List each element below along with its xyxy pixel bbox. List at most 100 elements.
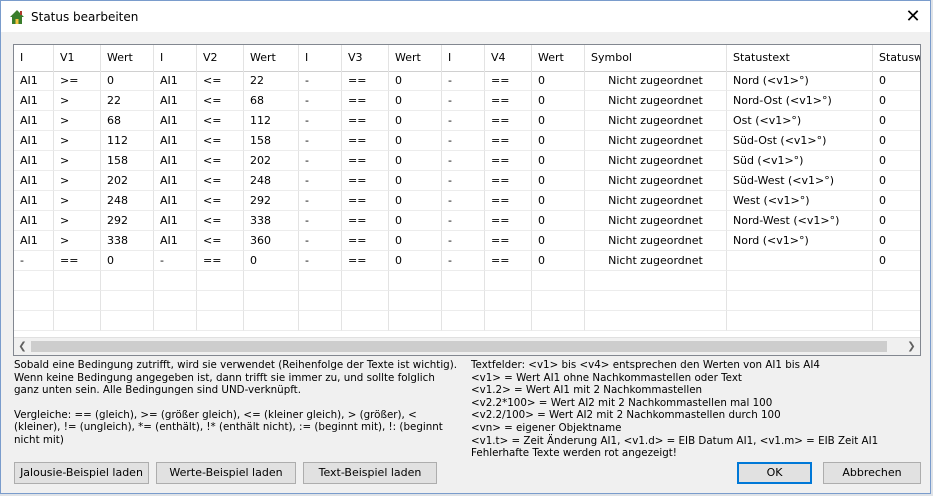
table-cell[interactable]	[873, 311, 920, 331]
table-cell[interactable]: 0	[389, 111, 442, 131]
table-cell[interactable]: 0	[873, 251, 920, 271]
table-cell[interactable]	[585, 291, 727, 311]
table-cell[interactable]: Nord-West (<v1>°)	[727, 211, 873, 231]
column-header[interactable]: I	[14, 45, 54, 71]
table-cell[interactable]: ==	[485, 211, 532, 231]
column-header[interactable]: I	[442, 45, 485, 71]
table-cell[interactable]: -	[299, 111, 342, 131]
table-row[interactable]: - == 0- == 0- == 0- == 0 Nicht zugeordnet 0	[14, 251, 920, 271]
table-cell[interactable]	[299, 271, 342, 291]
table-row[interactable]	[14, 271, 920, 291]
table-cell[interactable]: 0	[532, 191, 585, 211]
table-cell[interactable]	[442, 311, 485, 331]
table-cell[interactable]	[101, 271, 154, 291]
table-cell[interactable]: AI1	[154, 111, 197, 131]
table-cell[interactable]: 0	[101, 71, 154, 91]
table-row[interactable]: AI1 >292 AI1 <= 338- == 0- == 0 Nicht zugeordnet N…	[14, 211, 920, 231]
column-header[interactable]: V2	[197, 45, 244, 71]
table-cell[interactable]: Nicht zugeordnet	[585, 131, 727, 151]
table-cell[interactable]: Süd-Ost (<v1>°)	[727, 131, 873, 151]
column-header[interactable]: I	[154, 45, 197, 71]
table-cell[interactable]: 0	[389, 211, 442, 231]
table-cell[interactable]: ==	[485, 71, 532, 91]
table-row[interactable]: AI1 >248 AI1 <= 292- == 0- == 0 Nicht zugeordnet W…	[14, 191, 920, 211]
column-header[interactable]: Wert	[532, 45, 585, 71]
table-cell[interactable]	[342, 311, 389, 331]
table-cell[interactable]: 0	[873, 111, 920, 131]
table-cell[interactable]: 22	[244, 71, 299, 91]
table-cell[interactable]: 0	[873, 231, 920, 251]
ok-button[interactable]: OK	[737, 462, 812, 484]
table-cell[interactable]	[154, 271, 197, 291]
table-cell[interactable]	[101, 311, 154, 331]
load-values-example-button[interactable]: Werte-Beispiel laden	[156, 462, 296, 484]
table-cell[interactable]: 202	[101, 171, 154, 191]
table-cell[interactable]: >	[54, 151, 101, 171]
table-cell[interactable]: ==	[485, 111, 532, 131]
table-cell[interactable]: -	[299, 131, 342, 151]
table-cell[interactable]: ==	[485, 191, 532, 211]
table-cell[interactable]: >	[54, 171, 101, 191]
table-cell[interactable]: Nicht zugeordnet	[585, 251, 727, 271]
table-cell[interactable]: >	[54, 111, 101, 131]
table-cell[interactable]: <=	[197, 131, 244, 151]
column-header[interactable]: Wert	[389, 45, 442, 71]
conditions-table[interactable]: I V1 Wert I V2 Wert I V3 Wert I V4 Wert Symbol Status…	[13, 44, 921, 356]
table-cell[interactable]: 22	[101, 91, 154, 111]
table-cell[interactable]: <=	[197, 71, 244, 91]
table-cell[interactable]	[244, 271, 299, 291]
table-row[interactable]: AI1 >68 AI1 <= 112- == 0- == 0 Nicht zugeordnet Os…	[14, 111, 920, 131]
table-cell[interactable]	[54, 291, 101, 311]
table-cell[interactable]: AI1	[154, 191, 197, 211]
table-cell[interactable]: 0	[873, 171, 920, 191]
table-cell[interactable]: 0	[873, 211, 920, 231]
table-cell[interactable]: Nicht zugeordnet	[585, 231, 727, 251]
table-cell[interactable]: >	[54, 211, 101, 231]
table-cell[interactable]: <=	[197, 111, 244, 131]
table-cell[interactable]: 68	[244, 91, 299, 111]
table-cell[interactable]: -	[299, 151, 342, 171]
table-cell[interactable]: 360	[244, 231, 299, 251]
table-cell[interactable]	[54, 311, 101, 331]
table-cell[interactable]: 248	[244, 171, 299, 191]
table-cell[interactable]: Süd-West (<v1>°)	[727, 171, 873, 191]
table-cell[interactable]: Nicht zugeordnet	[585, 191, 727, 211]
table-cell[interactable]: AI1	[14, 191, 54, 211]
table-cell[interactable]: <=	[197, 171, 244, 191]
table-cell[interactable]: AI1	[14, 151, 54, 171]
scroll-right-icon[interactable]: ❯	[903, 338, 920, 355]
table-cell[interactable]: -	[299, 91, 342, 111]
table-cell[interactable]: -	[442, 111, 485, 131]
table-cell[interactable]: Nord (<v1>°)	[727, 71, 873, 91]
table-cell[interactable]: ==	[342, 131, 389, 151]
table-cell[interactable]: Nicht zugeordnet	[585, 171, 727, 191]
table-cell[interactable]: 338	[101, 231, 154, 251]
table-cell[interactable]: Nicht zugeordnet	[585, 111, 727, 131]
table-cell[interactable]: -	[442, 71, 485, 91]
table-cell[interactable]: Nord (<v1>°)	[727, 231, 873, 251]
column-header[interactable]: V1	[54, 45, 101, 71]
table-cell[interactable]	[342, 271, 389, 291]
column-header[interactable]: I	[299, 45, 342, 71]
table-cell[interactable]: >=	[54, 71, 101, 91]
table-cell[interactable]: -	[442, 251, 485, 271]
table-cell[interactable]: -	[442, 171, 485, 191]
table-cell[interactable]: AI1	[14, 131, 54, 151]
table-cell[interactable]: 292	[244, 191, 299, 211]
table-cell[interactable]: 202	[244, 151, 299, 171]
table-cell[interactable]	[585, 271, 727, 291]
table-row[interactable]: AI1 >338 AI1 <= 360- == 0- == 0 Nicht zugeordnet N…	[14, 231, 920, 251]
table-cell[interactable]: 0	[873, 91, 920, 111]
table-cell[interactable]: <=	[197, 211, 244, 231]
load-jalousie-example-button[interactable]: Jalousie-Beispiel laden	[14, 462, 149, 484]
table-cell[interactable]: ==	[342, 151, 389, 171]
table-cell[interactable]: AI1	[154, 211, 197, 231]
table-cell[interactable]: ==	[342, 111, 389, 131]
table-cell[interactable]: <=	[197, 231, 244, 251]
table-cell[interactable]: 112	[244, 111, 299, 131]
table-cell[interactable]: AI1	[14, 71, 54, 91]
table-cell[interactable]	[442, 291, 485, 311]
table-cell[interactable]: AI1	[154, 231, 197, 251]
table-cell[interactable]: -	[299, 211, 342, 231]
table-cell[interactable]: AI1	[154, 171, 197, 191]
